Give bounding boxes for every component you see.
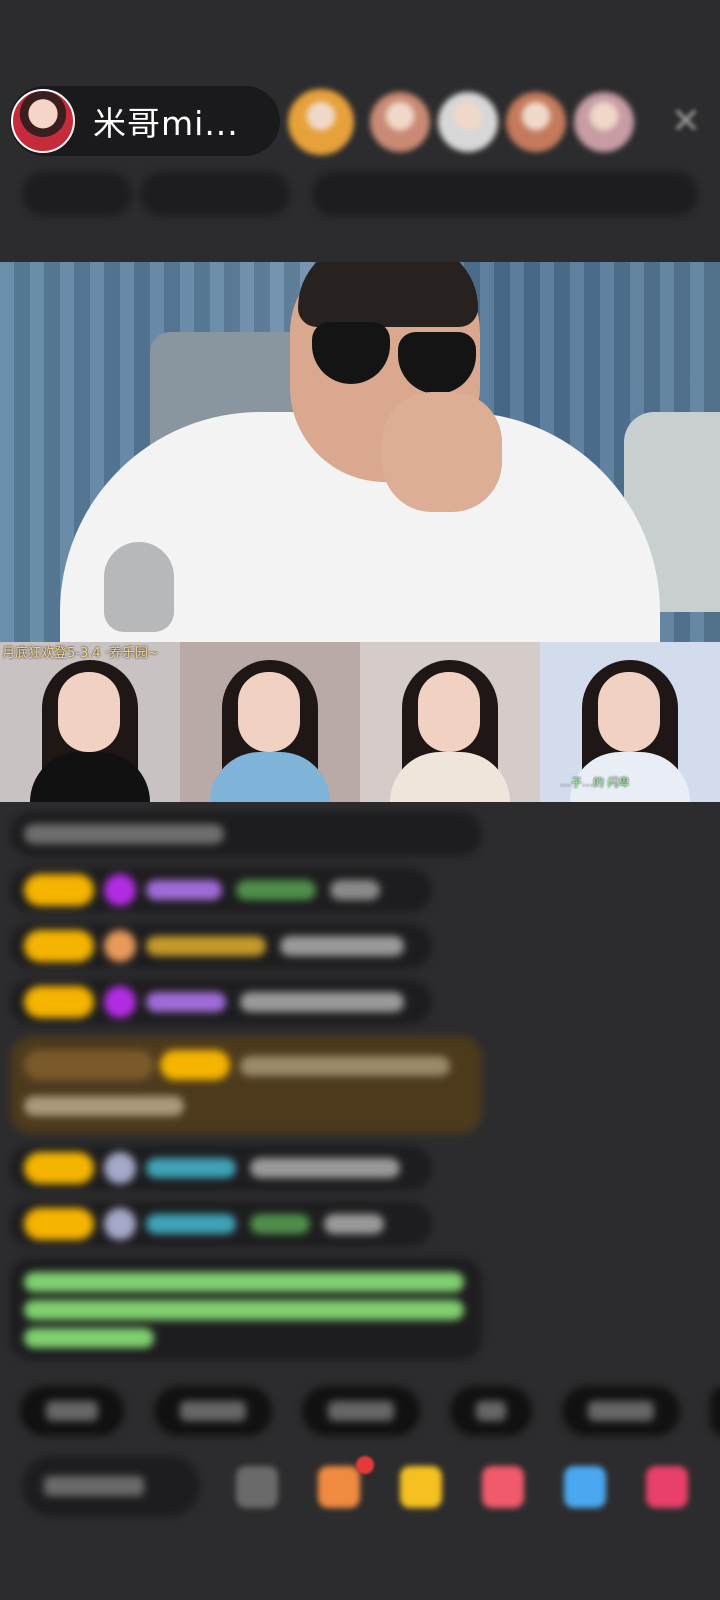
host-info-pill[interactable]: 米哥mi... — [10, 86, 280, 156]
microphone — [104, 542, 174, 632]
chat-message — [10, 1202, 432, 1246]
emoji-icon[interactable] — [236, 1466, 278, 1508]
co-host-subtitle: …子…的 闪卑 — [560, 776, 630, 789]
chat-message — [10, 812, 482, 856]
main-video-stream[interactable] — [0, 262, 720, 642]
chat-message — [10, 1146, 432, 1190]
quick-reply-chip[interactable] — [562, 1386, 680, 1436]
room-info-bar[interactable] — [22, 172, 698, 216]
chat-input[interactable] — [22, 1456, 200, 1516]
quick-reply-chip[interactable] — [20, 1386, 124, 1436]
host-name: 米哥mi... — [93, 104, 239, 143]
chat-message — [10, 924, 432, 968]
quick-reply-row[interactable] — [20, 1386, 720, 1436]
chat-message — [10, 980, 432, 1024]
quick-reply-chip[interactable] — [154, 1386, 272, 1436]
viewer-avatar[interactable] — [574, 92, 634, 152]
viewer-avatar[interactable] — [438, 92, 498, 152]
quick-reply-chip[interactable] — [302, 1386, 420, 1436]
treasure-icon[interactable] — [400, 1466, 442, 1508]
co-host-video[interactable] — [360, 642, 540, 802]
co-host-video[interactable]: …子…的 闪卑 — [540, 642, 720, 802]
shop-icon[interactable] — [646, 1466, 688, 1508]
quick-reply-chip[interactable] — [710, 1386, 720, 1436]
co-host-caption: 月底狂欢登5-3.4 ·养乐园~ — [2, 646, 159, 661]
viewer-avatar[interactable] — [370, 92, 430, 152]
bottom-toolbar[interactable] — [22, 1456, 720, 1516]
red-packet-icon[interactable] — [482, 1466, 524, 1508]
co-host-video[interactable] — [180, 642, 360, 802]
gift-box-icon[interactable] — [318, 1466, 360, 1508]
close-icon[interactable]: ✕ — [668, 104, 704, 140]
chat-message — [10, 868, 432, 912]
viewer-avatar[interactable] — [506, 92, 566, 152]
viewer-avatar[interactable] — [288, 89, 354, 155]
co-host-video-row[interactable]: 月底狂欢登5-3.4 ·养乐园~ …子…的 闪卑 — [0, 642, 720, 802]
host-avatar[interactable] — [11, 89, 75, 153]
system-notice — [10, 1258, 482, 1360]
chat-message-highlight — [10, 1036, 482, 1134]
quick-reply-chip[interactable] — [450, 1386, 532, 1436]
co-host-video[interactable]: 月底狂欢登5-3.4 ·养乐园~ — [0, 642, 180, 802]
notification-dot — [356, 1456, 374, 1474]
game-icon[interactable] — [564, 1466, 606, 1508]
